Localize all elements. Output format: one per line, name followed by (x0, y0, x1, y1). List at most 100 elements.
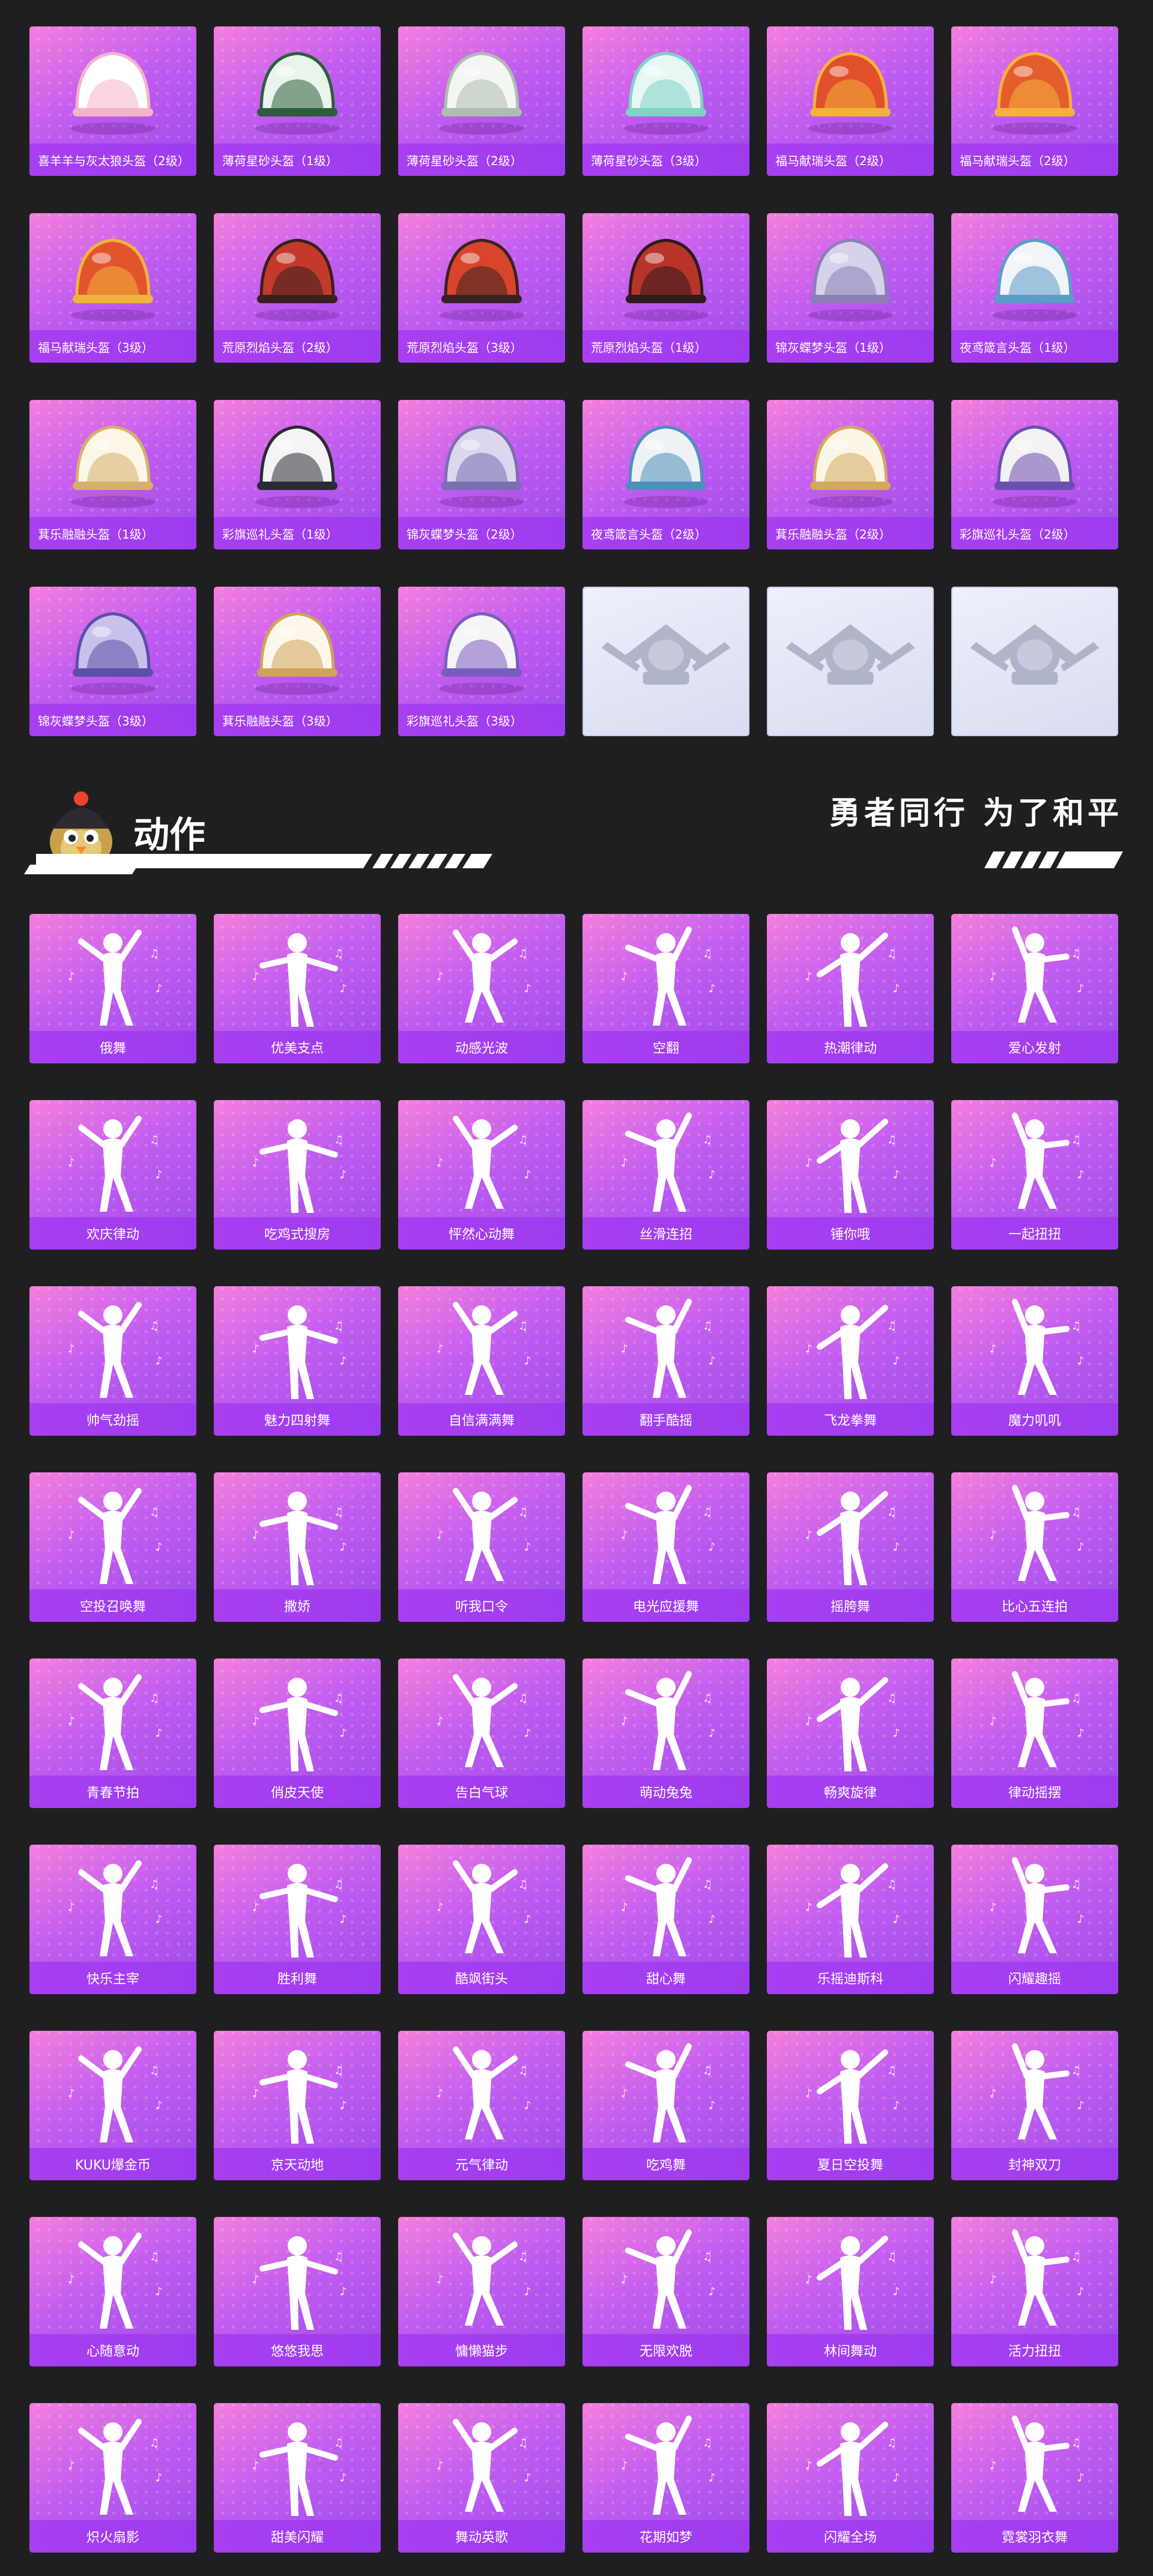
helmet-card[interactable]: 萁乐融融头盔（1级） (29, 400, 196, 549)
emote-card[interactable]: ♪ ♫ ♪ 爱心发射 (951, 914, 1118, 1063)
emote-card[interactable]: ♪ ♫ ♪ 花期如梦 (583, 2403, 749, 2553)
emote-card[interactable]: ♪ ♫ ♪ 空投召唤舞 (29, 1472, 196, 1622)
svg-text:♫: ♫ (703, 2251, 712, 2263)
emote-card[interactable]: ♪ ♫ ♪ 吃鸡舞 (583, 2031, 749, 2180)
parade-helmet-icon (440, 612, 524, 695)
helmet-card[interactable]: 彩旗巡礼头盔（3级） (398, 587, 565, 736)
svg-text:♪: ♪ (893, 1727, 900, 1740)
locked-helmet-card[interactable] (951, 587, 1118, 736)
emote-card[interactable]: ♪ ♫ ♪ 飞龙拳舞 (767, 1286, 934, 1436)
svg-text:♪: ♪ (340, 2099, 347, 2112)
emote-card[interactable]: ♪ ♫ ♪ 电光应援舞 (583, 1472, 749, 1622)
emote-card[interactable]: ♪ ♫ ♪ 萌动兔兔 (583, 1658, 749, 1808)
emote-card[interactable]: ♪ ♫ ♪ 活力扭扭 (951, 2217, 1118, 2366)
emote-card[interactable]: ♪ ♫ ♪ 比心五连拍 (951, 1472, 1118, 1622)
dancer-pose-icon: ♪ ♫ ♪ (437, 930, 531, 1023)
emote-card[interactable]: ♪ ♫ ♪ KUKU爆金币 (29, 2031, 196, 2180)
helmet-label: 薄荷星砂头盔（1级） (214, 144, 381, 176)
helmet-card[interactable]: 荒原烈焰头盔（3级） (398, 213, 565, 363)
emote-card[interactable]: ♪ ♫ ♪ 京天动地 (214, 2031, 381, 2180)
emote-card[interactable]: ♪ ♫ ♪ 无限欢脱 (583, 2217, 749, 2366)
emote-card[interactable]: ♪ ♫ ♪ 撒娇 (214, 1472, 381, 1622)
svg-text:♪: ♪ (990, 1343, 997, 1355)
emote-label: 心随意动 (29, 2334, 196, 2366)
emote-card[interactable]: ♪ ♫ ♪ 欢庆律动 (29, 1100, 196, 1250)
emote-card[interactable]: ♪ ♫ ♪ 怦然心动舞 (398, 1100, 565, 1250)
emote-card[interactable]: ♪ ♫ ♪ 霓裳羽衣舞 (951, 2403, 1118, 2553)
dancer-pose-icon: ♪ ♫ ♪ (990, 1299, 1085, 1395)
emote-card[interactable]: ♪ ♫ ♪ 告白气球 (398, 1658, 565, 1808)
helmet-card[interactable]: 福马献瑞头盔（2级） (767, 26, 934, 176)
helmet-card[interactable]: 夜鸢箴言头盔（2级） (583, 400, 749, 549)
emote-card[interactable]: ♪ ♫ ♪ 动感光波 (398, 914, 565, 1063)
emote-card[interactable]: ♪ ♫ ♪ 畅爽旋律 (767, 1658, 934, 1808)
emote-card[interactable]: ♪ ♫ ♪ 悠悠我思 (214, 2217, 381, 2366)
emote-card[interactable]: ♪ ♫ ♪ 吃鸡式搜房 (214, 1100, 381, 1250)
emote-card[interactable]: ♪ ♫ ♪ 翻手酷摇 (583, 1286, 749, 1436)
helmet-card[interactable]: 彩旗巡礼头盔（2级） (951, 400, 1118, 549)
emote-label: 空翻 (583, 1031, 749, 1063)
helmet-card[interactable]: 薄荷星砂头盔（3级） (583, 26, 749, 176)
svg-text:♪: ♪ (252, 2460, 259, 2472)
emote-card[interactable]: ♪ ♫ ♪ 优美支点 (214, 914, 381, 1063)
emote-card[interactable]: ♪ ♫ ♪ 炽火扇影 (29, 2403, 196, 2553)
emote-card[interactable]: ♪ ♫ ♪ 摇胯舞 (767, 1472, 934, 1622)
emote-card[interactable]: ♪ ♫ ♪ 律动摇摆 (951, 1658, 1118, 1808)
helmet-card[interactable]: 锦灰蝶梦头盔（3级） (29, 587, 196, 736)
emote-card[interactable]: ♪ ♫ ♪ 热潮律动 (767, 914, 934, 1063)
emote-card[interactable]: ♪ ♫ ♪ 魔力叽叽 (951, 1286, 1118, 1436)
dancer-pose-icon: ♪ ♫ ♪ (621, 927, 716, 1026)
emote-card[interactable]: ♪ ♫ ♪ 锤你哦 (767, 1100, 934, 1250)
locked-helmet-card[interactable] (767, 587, 934, 736)
emote-card[interactable]: ♪ ♫ ♪ 青春节拍 (29, 1658, 196, 1808)
emote-card[interactable]: ♪ ♫ ♪ 帅气劲摇 (29, 1286, 196, 1436)
emote-card[interactable]: ♪ ♫ ♪ 舞动英歌 (398, 2403, 565, 2553)
emote-label: 爱心发射 (951, 1031, 1118, 1063)
helmet-card[interactable]: 福马献瑞头盔（3级） (29, 213, 196, 363)
emote-card[interactable]: ♪ ♫ ♪ 心随意动 (29, 2217, 196, 2366)
locked-helmet-card[interactable] (583, 587, 749, 736)
emote-card[interactable]: ♪ ♫ ♪ 夏日空投舞 (767, 2031, 934, 2180)
svg-text:♪: ♪ (990, 2087, 997, 2100)
emote-card[interactable]: ♪ ♫ ♪ 魅力四射舞 (214, 1286, 381, 1436)
helmet-label: 萁乐融融头盔（1级） (29, 517, 196, 549)
helmet-card[interactable]: 萁乐融融头盔（2级） (767, 400, 934, 549)
helmet-card[interactable]: 萁乐融融头盔（3级） (214, 587, 381, 736)
svg-text:♫: ♫ (150, 1134, 159, 1146)
emote-card[interactable]: ♪ ♫ ♪ 俄舞 (29, 914, 196, 1063)
emote-card[interactable]: ♪ ♫ ♪ 封神双刀 (951, 2031, 1118, 2180)
emote-card[interactable]: ♪ ♫ ♪ 闪耀趣摇 (951, 1845, 1118, 1994)
helmet-card[interactable]: 喜羊羊与灰太狼头盔（2级） (29, 26, 196, 176)
emote-card[interactable]: ♪ ♫ ♪ 元气律动 (398, 2031, 565, 2180)
emote-card[interactable]: ♪ ♫ ♪ 自信满满舞 (398, 1286, 565, 1436)
helmet-card[interactable]: 薄荷星砂头盔（2级） (398, 26, 565, 176)
emote-card[interactable]: ♪ ♫ ♪ 一起扭扭 (951, 1100, 1118, 1250)
helmet-card[interactable]: 荒原烈焰头盔（2级） (214, 213, 381, 363)
svg-text:♪: ♪ (252, 1901, 259, 1914)
emote-card[interactable]: ♪ ♫ ♪ 闪耀全场 (767, 2403, 934, 2553)
helmet-card[interactable]: 福马献瑞头盔（2级） (951, 26, 1118, 176)
emote-card[interactable]: ♪ ♫ ♪ 甜心舞 (583, 1845, 749, 1994)
emote-card[interactable]: ♪ ♫ ♪ 胜利舞 (214, 1845, 381, 1994)
helmet-card[interactable]: 薄荷星砂头盔（1级） (214, 26, 381, 176)
helmet-card[interactable]: 彩旗巡礼头盔（1级） (214, 400, 381, 549)
helmet-card[interactable]: 锦灰蝶梦头盔（2级） (398, 400, 565, 549)
dancer-pose-icon: ♪ ♫ ♪ (621, 2230, 716, 2329)
helmet-card[interactable]: 锦灰蝶梦头盔（1级） (767, 213, 934, 363)
emote-card[interactable]: ♪ ♫ ♪ 酷飒街头 (398, 1845, 565, 1994)
emote-card[interactable]: ♪ ♫ ♪ 听我口令 (398, 1472, 565, 1622)
svg-text:♫: ♫ (334, 2064, 343, 2077)
helmet-card[interactable]: 荒原烈焰头盔（1级） (583, 213, 749, 363)
svg-text:♪: ♪ (68, 2460, 75, 2472)
emote-card[interactable]: ♪ ♫ ♪ 快乐主宰 (29, 1845, 196, 1994)
emote-card[interactable]: ♪ ♫ ♪ 林间舞动 (767, 2217, 934, 2366)
emote-card[interactable]: ♪ ♫ ♪ 甜美闪耀 (214, 2403, 381, 2553)
emote-card[interactable]: ♪ ♫ ♪ 慵懒猫步 (398, 2217, 565, 2366)
svg-text:♪: ♪ (990, 2273, 997, 2286)
helmet-card[interactable]: 夜鸢箴言头盔（1级） (951, 213, 1118, 363)
emote-card[interactable]: ♪ ♫ ♪ 丝滑连招 (583, 1100, 749, 1250)
emote-card[interactable]: ♪ ♫ ♪ 乐摇迪斯科 (767, 1845, 934, 1994)
emote-card[interactable]: ♪ ♫ ♪ 空翻 (583, 914, 749, 1063)
emote-card[interactable]: ♪ ♫ ♪ 俏皮天使 (214, 1658, 381, 1808)
svg-text:♫: ♫ (518, 2064, 528, 2077)
